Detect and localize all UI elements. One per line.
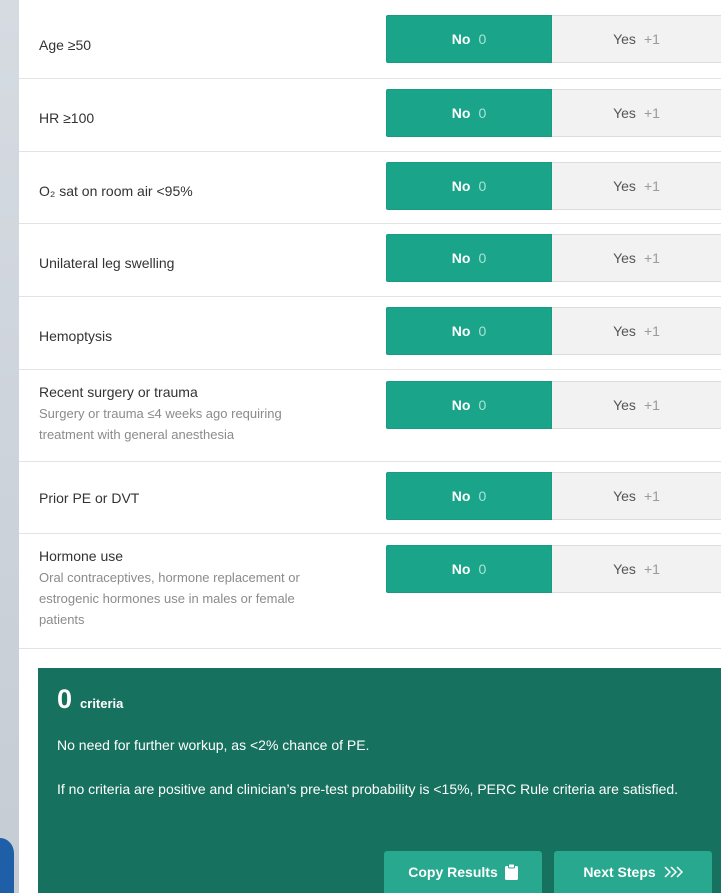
o2-toggle: No 0 Yes +1 bbox=[386, 162, 721, 210]
score-value: 0 bbox=[57, 684, 73, 714]
criterion-label: Hemoptysis bbox=[39, 328, 113, 344]
surgery-no-option[interactable]: No 0 bbox=[386, 381, 552, 429]
criterion-label: O₂ sat on room air <95% bbox=[39, 183, 193, 199]
copy-results-button[interactable]: Copy Results bbox=[384, 851, 542, 893]
criterion-title: Hormone use bbox=[39, 548, 124, 564]
criterion-row-hr: HR ≥100 No 0 Yes +1 bbox=[19, 79, 721, 152]
criterion-row-o2: O₂ sat on room air <95% No 0 Yes +1 bbox=[19, 152, 721, 224]
criterion-row-hemoptysis: Hemoptysis No 0 Yes +1 bbox=[19, 297, 721, 370]
criterion-label: Hormone use Oral contraceptives, hormone… bbox=[39, 548, 339, 630]
criterion-label: Age ≥50 bbox=[39, 37, 92, 53]
criterion-title: Recent surgery or trauma bbox=[39, 384, 198, 400]
criterion-row-prior-pe: Prior PE or DVT No 0 Yes +1 bbox=[19, 462, 721, 534]
chevron-double-right-icon bbox=[663, 866, 683, 878]
criterion-label: Recent surgery or trauma Surgery or trau… bbox=[39, 384, 339, 445]
score-line: 0 criteria bbox=[57, 684, 123, 715]
criterion-label: Prior PE or DVT bbox=[39, 490, 140, 506]
surgery-yes-option[interactable]: Yes +1 bbox=[552, 381, 721, 429]
hormone-no-option[interactable]: No 0 bbox=[386, 545, 552, 593]
prior-pe-yes-option[interactable]: Yes +1 bbox=[552, 472, 721, 520]
criterion-row-age: Age ≥50 No 0 Yes +1 bbox=[19, 5, 721, 79]
prior-pe-no-option[interactable]: No 0 bbox=[386, 472, 552, 520]
hr-no-option[interactable]: No 0 bbox=[386, 89, 552, 137]
criterion-label: HR ≥100 bbox=[39, 110, 95, 126]
o2-yes-option[interactable]: Yes +1 bbox=[552, 162, 721, 210]
leg-swelling-yes-option[interactable]: Yes +1 bbox=[552, 234, 721, 282]
prior-pe-toggle: No 0 Yes +1 bbox=[386, 472, 721, 520]
surgery-toggle: No 0 Yes +1 bbox=[386, 381, 721, 429]
result-note: If no criteria are positive and clinicia… bbox=[57, 781, 679, 797]
age-yes-option[interactable]: Yes +1 bbox=[552, 15, 721, 63]
copy-results-label: Copy Results bbox=[408, 864, 498, 880]
hormone-toggle: No 0 Yes +1 bbox=[386, 545, 721, 593]
hormone-yes-option[interactable]: Yes +1 bbox=[552, 545, 721, 593]
hemoptysis-toggle: No 0 Yes +1 bbox=[386, 307, 721, 355]
hemoptysis-yes-option[interactable]: Yes +1 bbox=[552, 307, 721, 355]
age-toggle: No 0 Yes +1 bbox=[386, 15, 721, 63]
criterion-row-leg-swelling: Unilateral leg swelling No 0 Yes +1 bbox=[19, 224, 721, 297]
criterion-row-surgery: Recent surgery or trauma Surgery or trau… bbox=[19, 370, 721, 462]
clipboard-icon bbox=[504, 864, 518, 880]
result-panel: 0 criteria No need for further workup, a… bbox=[38, 668, 721, 893]
leg-swelling-no-option[interactable]: No 0 bbox=[386, 234, 552, 282]
next-steps-button[interactable]: Next Steps bbox=[554, 851, 712, 893]
result-interpretation: No need for further workup, as <2% chanc… bbox=[57, 737, 370, 753]
leg-swelling-toggle: No 0 Yes +1 bbox=[386, 234, 721, 282]
hemoptysis-no-option[interactable]: No 0 bbox=[386, 307, 552, 355]
background-accent bbox=[0, 838, 14, 893]
criterion-description: Surgery or trauma ≤4 weeks ago requiring… bbox=[39, 406, 282, 442]
age-no-option[interactable]: No 0 bbox=[386, 15, 552, 63]
criteria-list: Age ≥50 No 0 Yes +1 HR ≥100 No 0 Yes +1 O₂ s… bbox=[19, 5, 721, 649]
hr-yes-option[interactable]: Yes +1 bbox=[552, 89, 721, 137]
criterion-description: Oral contraceptives, hormone replacement… bbox=[39, 570, 300, 627]
hr-toggle: No 0 Yes +1 bbox=[386, 89, 721, 137]
o2-no-option[interactable]: No 0 bbox=[386, 162, 552, 210]
criterion-label: Unilateral leg swelling bbox=[39, 255, 175, 271]
score-unit: criteria bbox=[80, 696, 124, 711]
criterion-row-hormone: Hormone use Oral contraceptives, hormone… bbox=[19, 534, 721, 649]
next-steps-label: Next Steps bbox=[583, 864, 656, 880]
